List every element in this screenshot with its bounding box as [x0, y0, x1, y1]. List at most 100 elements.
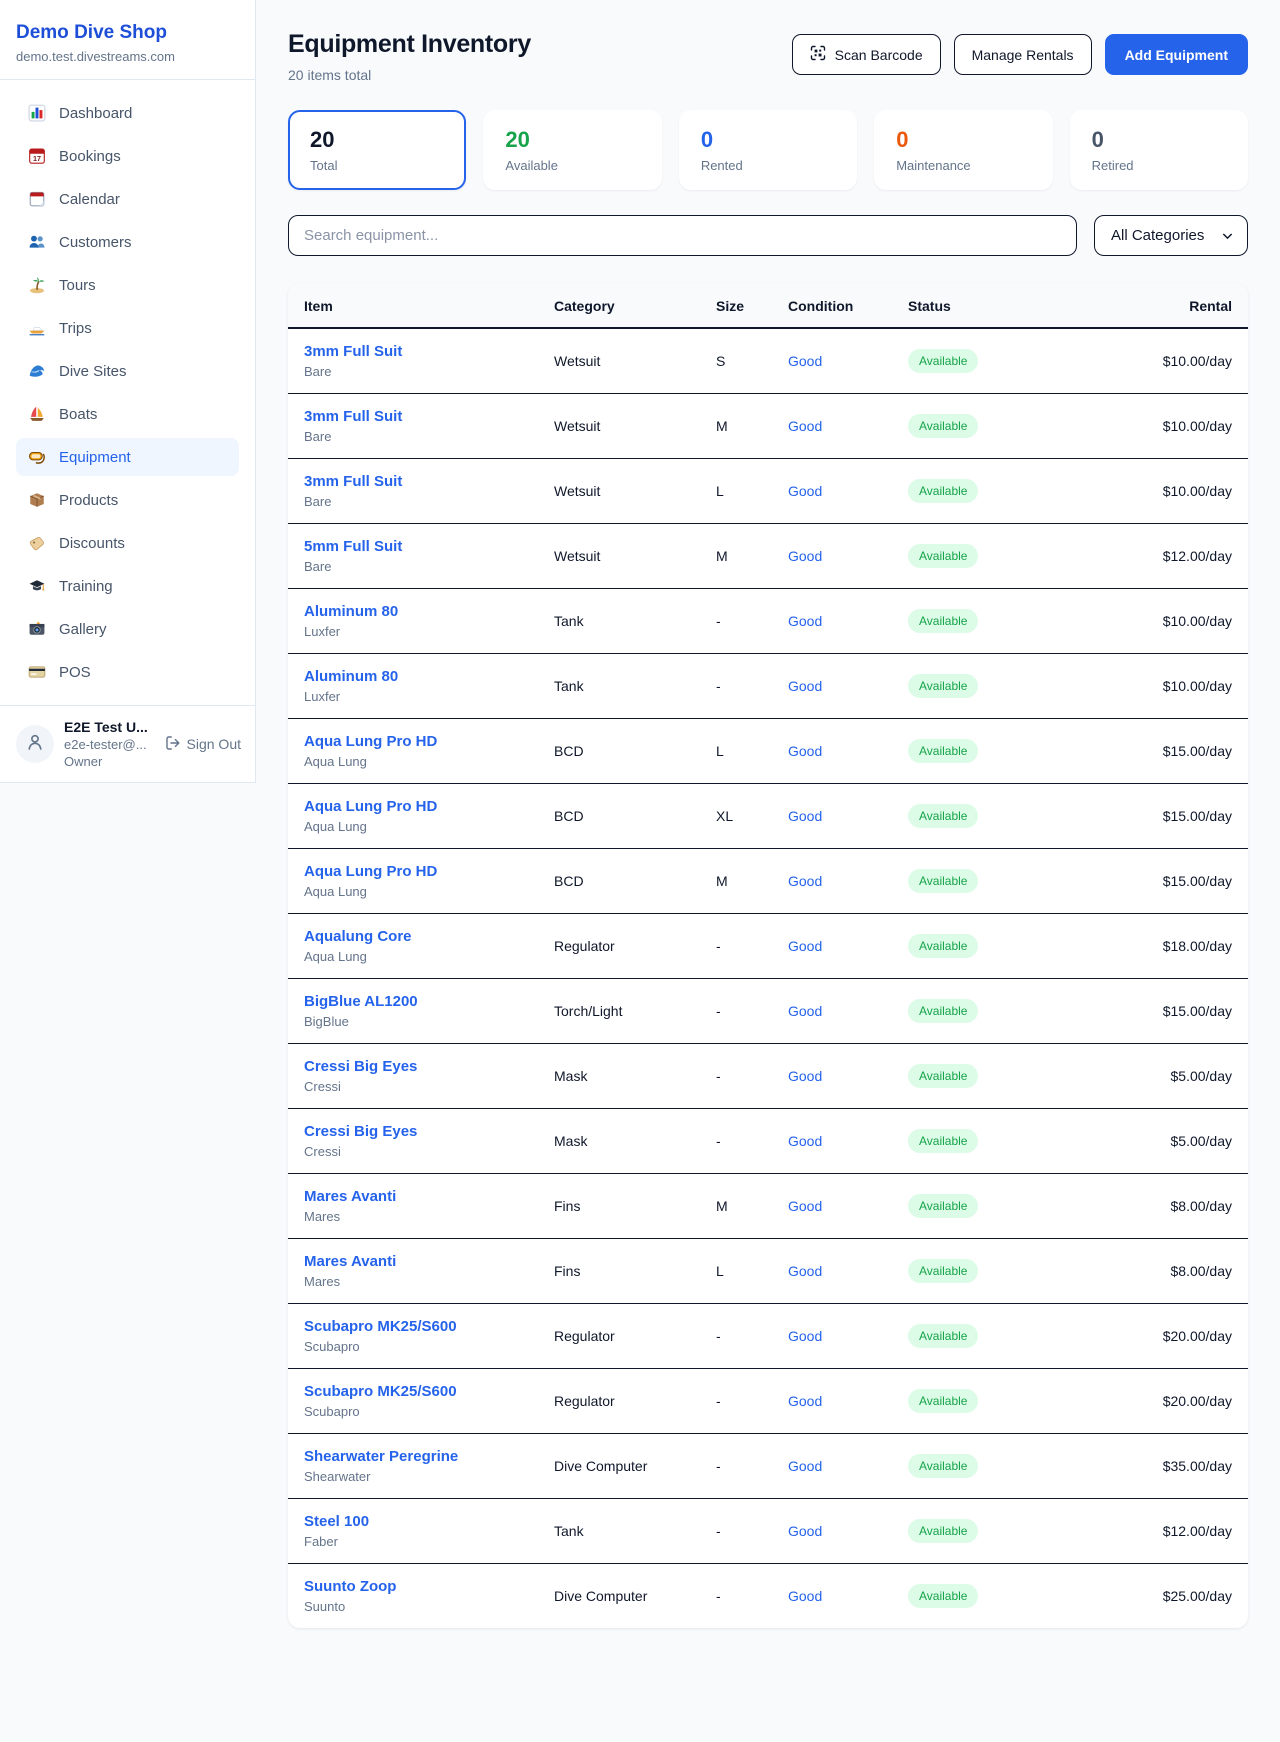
- category-cell: Torch/Light: [538, 979, 700, 1044]
- item-link[interactable]: Suunto Zoop: [304, 1578, 522, 1595]
- category-select[interactable]: All Categories: [1094, 215, 1248, 256]
- sidebar-item-dashboard[interactable]: Dashboard: [16, 94, 239, 132]
- stat-card-maintenance[interactable]: 0 Maintenance: [874, 110, 1052, 190]
- sidebar-item-pos[interactable]: POS: [16, 653, 239, 691]
- table-row: Cressi Big Eyes Cressi Mask - Good Avail…: [288, 1109, 1248, 1174]
- category-cell: BCD: [538, 784, 700, 849]
- condition-link[interactable]: Good: [788, 1198, 822, 1214]
- condition-link[interactable]: Good: [788, 678, 822, 694]
- rental-cell: $10.00/day: [1060, 589, 1248, 654]
- sidebar-item-tours[interactable]: Tours: [16, 266, 239, 304]
- condition-link[interactable]: Good: [788, 1068, 822, 1084]
- stat-card-total[interactable]: 20 Total: [288, 110, 466, 190]
- table-row: Scubapro MK25/S600 Scubapro Regulator - …: [288, 1304, 1248, 1369]
- add-equipment-button[interactable]: Add Equipment: [1105, 34, 1248, 75]
- sidebar-item-trips[interactable]: Trips: [16, 309, 239, 347]
- item-link[interactable]: 3mm Full Suit: [304, 408, 522, 425]
- item-link[interactable]: 5mm Full Suit: [304, 538, 522, 555]
- condition-link[interactable]: Good: [788, 1003, 822, 1019]
- status-badge: Available: [908, 1259, 978, 1283]
- condition-link[interactable]: Good: [788, 353, 822, 369]
- item-link[interactable]: Mares Avanti: [304, 1253, 522, 1270]
- item-link[interactable]: Aqualung Core: [304, 928, 522, 945]
- item-link[interactable]: Cressi Big Eyes: [304, 1123, 522, 1140]
- item-link[interactable]: Mares Avanti: [304, 1188, 522, 1205]
- category-cell: Wetsuit: [538, 328, 700, 394]
- item-brand: Cressi: [304, 1144, 522, 1159]
- sidebar-item-gallery[interactable]: Gallery: [16, 610, 239, 648]
- item-link[interactable]: Aluminum 80: [304, 668, 522, 685]
- condition-link[interactable]: Good: [788, 873, 822, 889]
- item-link[interactable]: 3mm Full Suit: [304, 473, 522, 490]
- condition-link[interactable]: Good: [788, 1458, 822, 1474]
- stat-label: Available: [505, 158, 639, 173]
- person-icon: [25, 732, 45, 757]
- stat-card-rented[interactable]: 0 Rented: [679, 110, 857, 190]
- condition-link[interactable]: Good: [788, 1393, 822, 1409]
- status-badge: Available: [908, 609, 978, 633]
- size-cell: -: [700, 654, 772, 719]
- condition-link[interactable]: Good: [788, 808, 822, 824]
- status-badge: Available: [908, 414, 978, 438]
- sign-out-button[interactable]: Sign Out: [165, 735, 241, 754]
- search-input[interactable]: [288, 215, 1077, 256]
- stat-card-retired[interactable]: 0 Retired: [1070, 110, 1248, 190]
- equipment-icon: [28, 448, 46, 466]
- condition-link[interactable]: Good: [788, 418, 822, 434]
- sidebar-item-customers[interactable]: Customers: [16, 223, 239, 261]
- main-content: Equipment Inventory 20 items total Scan …: [256, 0, 1280, 1662]
- item-link[interactable]: Aqua Lung Pro HD: [304, 863, 522, 880]
- size-cell: M: [700, 524, 772, 589]
- scan-barcode-button[interactable]: Scan Barcode: [792, 34, 941, 75]
- condition-link[interactable]: Good: [788, 613, 822, 629]
- item-link[interactable]: Aqua Lung Pro HD: [304, 733, 522, 750]
- brand-title[interactable]: Demo Dive Shop: [16, 22, 235, 44]
- stat-card-available[interactable]: 20 Available: [483, 110, 661, 190]
- dive-sites-icon: [28, 362, 46, 380]
- sidebar-item-label: Boats: [59, 406, 97, 423]
- manage-rentals-button[interactable]: Manage Rentals: [954, 34, 1092, 75]
- item-link[interactable]: Scubapro MK25/S600: [304, 1383, 522, 1400]
- condition-link[interactable]: Good: [788, 1328, 822, 1344]
- condition-link[interactable]: Good: [788, 483, 822, 499]
- table-row: Aqualung Core Aqua Lung Regulator - Good…: [288, 914, 1248, 979]
- table-row: Mares Avanti Mares Fins L Good Available…: [288, 1239, 1248, 1304]
- condition-link[interactable]: Good: [788, 1523, 822, 1539]
- condition-link[interactable]: Good: [788, 938, 822, 954]
- category-cell: Regulator: [538, 1369, 700, 1434]
- condition-link[interactable]: Good: [788, 1133, 822, 1149]
- sidebar-item-bookings[interactable]: 17 Bookings: [16, 137, 239, 175]
- rental-cell: $18.00/day: [1060, 914, 1248, 979]
- sidebar-item-boats[interactable]: Boats: [16, 395, 239, 433]
- item-link[interactable]: Steel 100: [304, 1513, 522, 1530]
- rental-cell: $8.00/day: [1060, 1174, 1248, 1239]
- condition-link[interactable]: Good: [788, 1588, 822, 1604]
- rental-cell: $15.00/day: [1060, 719, 1248, 784]
- condition-link[interactable]: Good: [788, 743, 822, 759]
- column-header-category: Category: [538, 283, 700, 328]
- sidebar-item-training[interactable]: Training: [16, 567, 239, 605]
- item-link[interactable]: BigBlue AL1200: [304, 993, 522, 1010]
- item-link[interactable]: Scubapro MK25/S600: [304, 1318, 522, 1335]
- condition-link[interactable]: Good: [788, 1263, 822, 1279]
- item-link[interactable]: Aluminum 80: [304, 603, 522, 620]
- sidebar-item-calendar[interactable]: Calendar: [16, 180, 239, 218]
- item-link[interactable]: 3mm Full Suit: [304, 343, 522, 360]
- sidebar-item-equipment[interactable]: Equipment: [16, 438, 239, 476]
- sidebar-item-label: POS: [59, 664, 91, 681]
- size-cell: -: [700, 1499, 772, 1564]
- sidebar-item-discounts[interactable]: Discounts: [16, 524, 239, 562]
- sidebar-item-label: Training: [59, 578, 113, 595]
- stat-label: Maintenance: [896, 158, 1030, 173]
- condition-link[interactable]: Good: [788, 548, 822, 564]
- item-link[interactable]: Aqua Lung Pro HD: [304, 798, 522, 815]
- sidebar-item-products[interactable]: Products: [16, 481, 239, 519]
- user-name: E2E Test U...: [64, 719, 148, 735]
- item-link[interactable]: Shearwater Peregrine: [304, 1448, 522, 1465]
- item-brand: Aqua Lung: [304, 884, 522, 899]
- user-section: E2E Test U... e2e-tester@... Owner Sign …: [0, 705, 255, 782]
- item-brand: Luxfer: [304, 624, 522, 639]
- status-badge: Available: [908, 1454, 978, 1478]
- sidebar-item-dive-sites[interactable]: Dive Sites: [16, 352, 239, 390]
- item-link[interactable]: Cressi Big Eyes: [304, 1058, 522, 1075]
